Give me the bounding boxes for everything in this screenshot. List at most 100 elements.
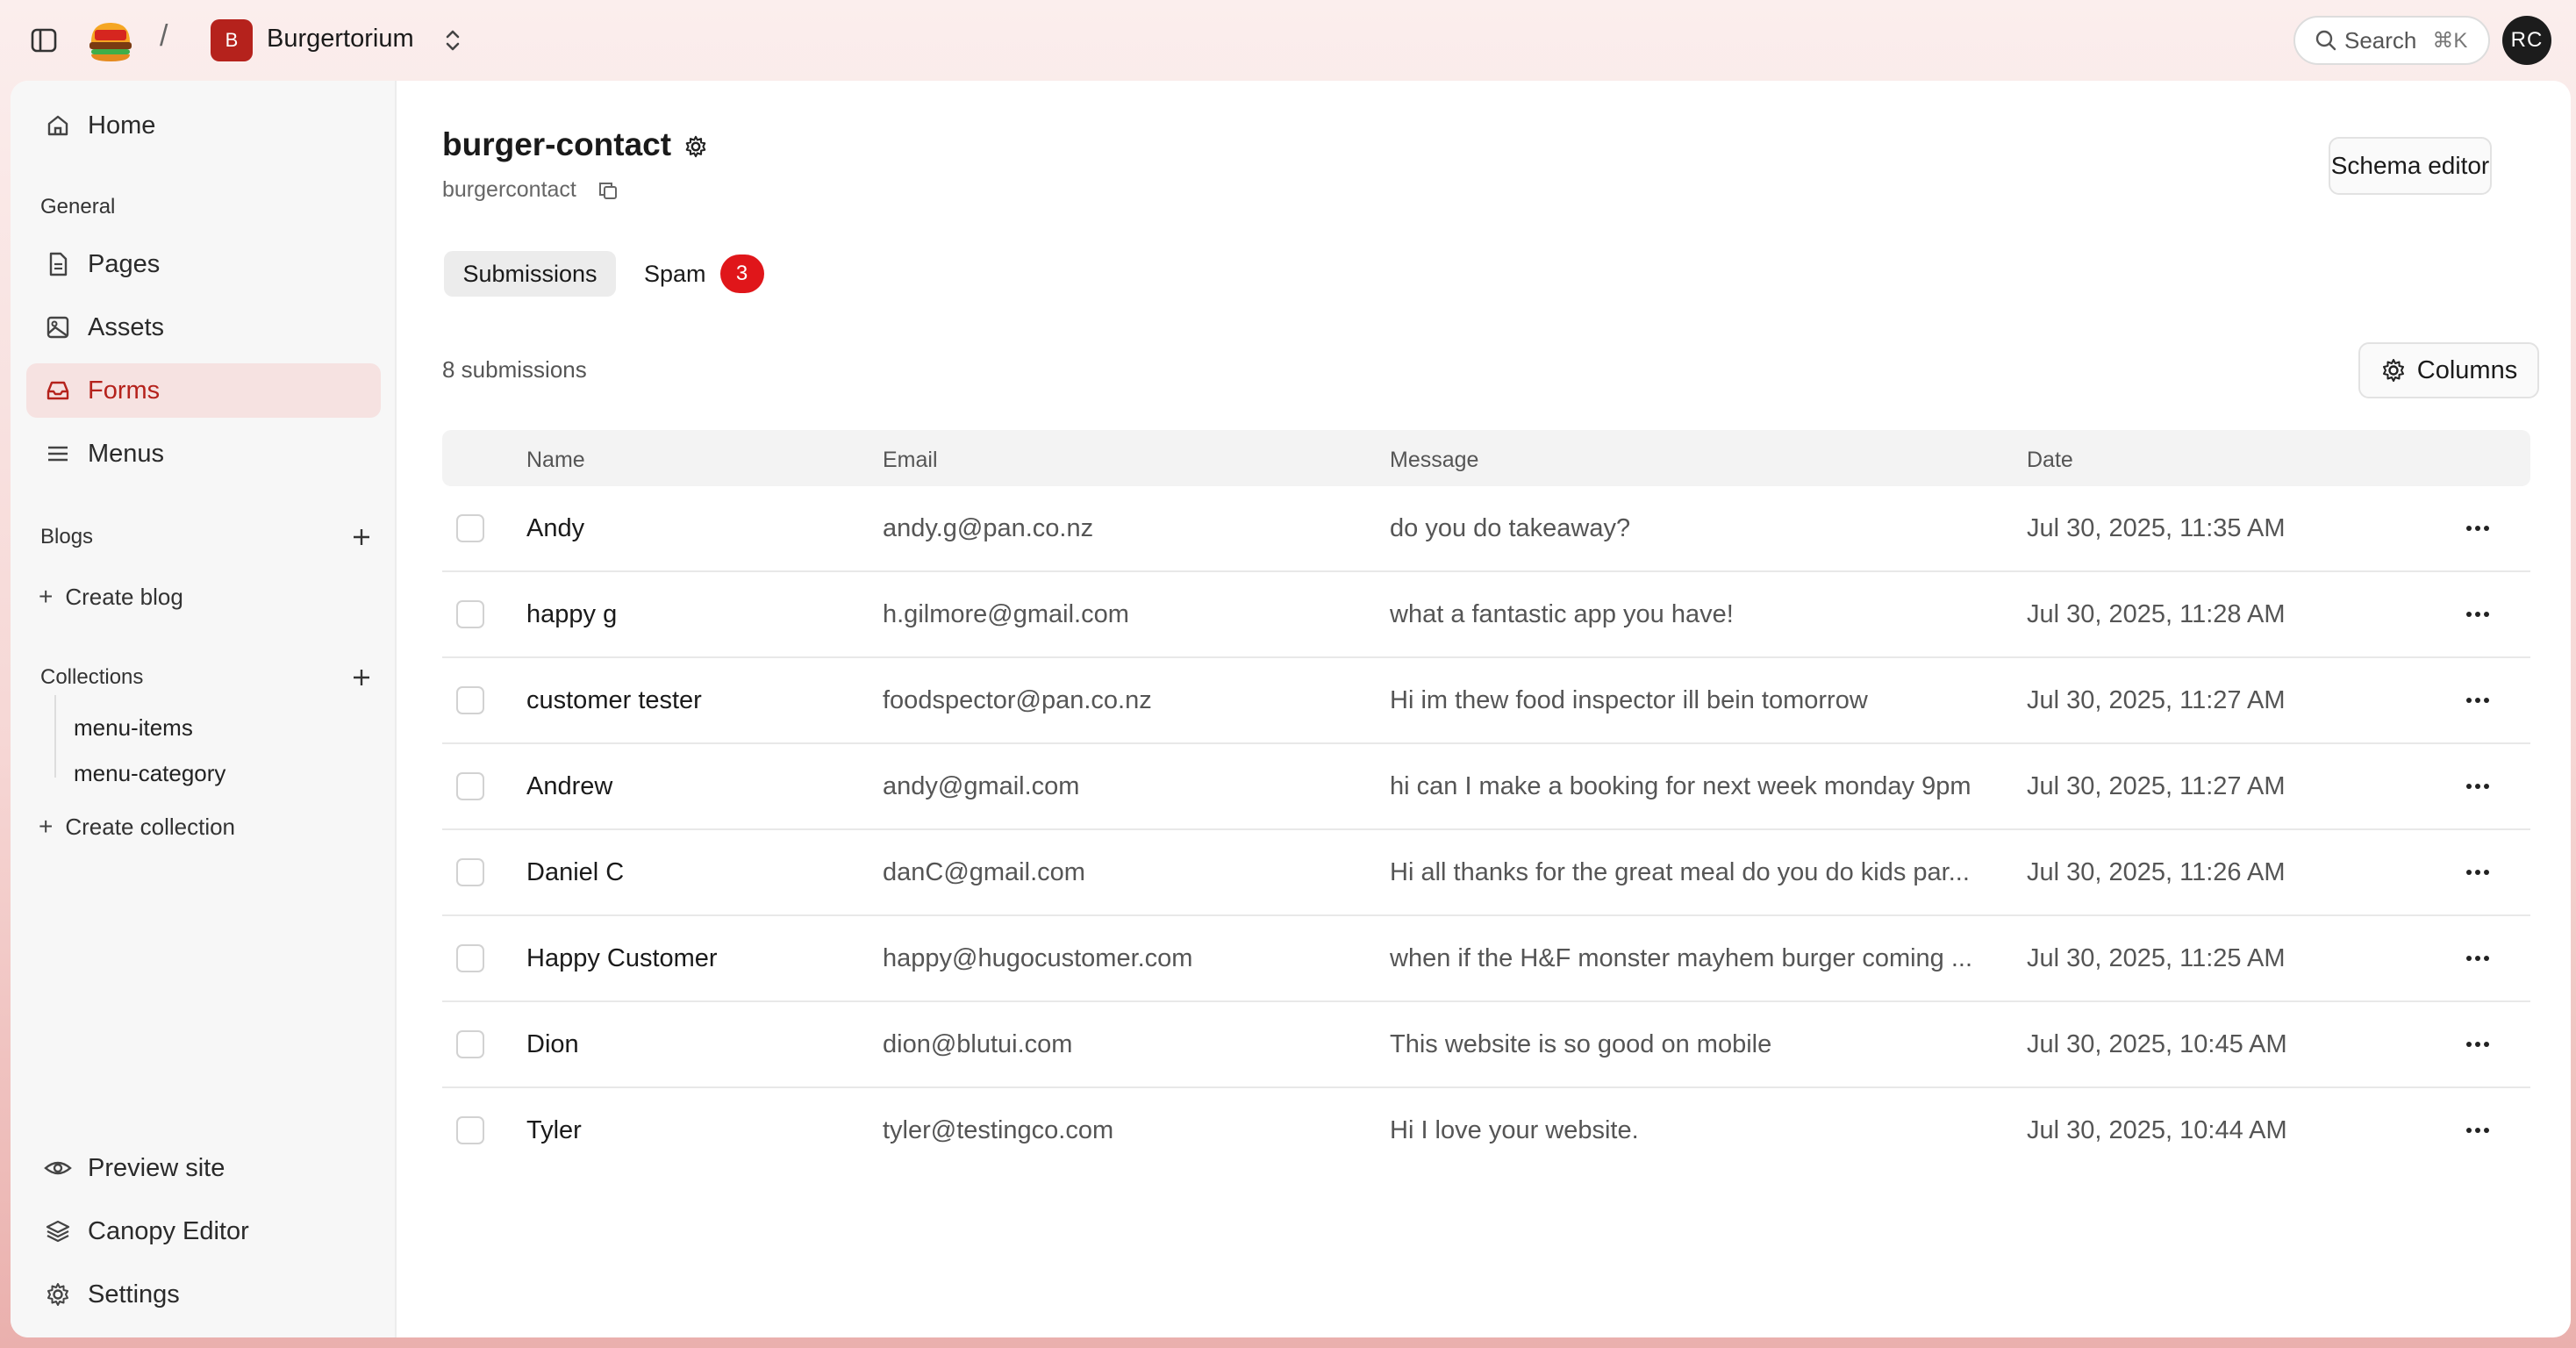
collections-tree-line (54, 695, 56, 778)
cell-email: tyler@testingco.com (883, 1116, 1114, 1144)
row-actions-ellipsis-icon[interactable] (2458, 685, 2497, 716)
cell-date: Jul 30, 2025, 10:44 AM (2027, 1116, 2287, 1144)
column-header-email[interactable]: Email (883, 448, 938, 473)
add-blog-icon[interactable] (346, 521, 377, 553)
row-checkbox[interactable] (456, 858, 484, 886)
hugo-logo[interactable] (86, 18, 135, 65)
cell-name: Happy Customer (526, 944, 718, 972)
add-collection-icon[interactable] (346, 662, 377, 693)
row-checkbox[interactable] (456, 686, 484, 714)
breadcrumb-separator: / (160, 19, 168, 53)
create-collection-label: Create collection (65, 813, 236, 840)
table-row[interactable]: Tyler tyler@testingco.com Hi I love your w… (442, 1088, 2530, 1174)
row-actions-ellipsis-icon[interactable] (2458, 857, 2497, 888)
create-collection-button[interactable]: + Create collection (39, 813, 235, 841)
row-checkbox[interactable] (456, 600, 484, 628)
tab-spam[interactable]: Spam 3 (644, 251, 764, 297)
search-icon (2315, 29, 2337, 52)
column-header-name[interactable]: Name (526, 448, 585, 473)
table-row[interactable]: Andrew andy@gmail.com hi can I make a book… (442, 744, 2530, 830)
cell-email: danC@gmail.com (883, 858, 1085, 886)
column-header-message[interactable]: Message (1390, 448, 1478, 473)
tab-spam-label: Spam (644, 260, 706, 287)
row-actions-ellipsis-icon[interactable] (2458, 771, 2497, 802)
table-row[interactable]: happy g h.gilmore@gmail.com what a fantast… (442, 572, 2530, 658)
cell-date: Jul 30, 2025, 11:27 AM (2027, 772, 2286, 800)
table-row[interactable]: Andy andy.g@pan.co.nz do you do takeaway? J… (442, 486, 2530, 572)
sidebar-item-menus[interactable]: Menus (26, 427, 381, 481)
row-actions-ellipsis-icon[interactable] (2458, 1115, 2497, 1146)
create-blog-button[interactable]: + Create blog (39, 583, 183, 611)
row-checkbox[interactable] (456, 944, 484, 972)
table-header: Name Email Message Date (442, 430, 2530, 486)
sidebar-item-assets[interactable]: Assets (26, 300, 381, 355)
chevron-up-down-icon[interactable] (439, 25, 467, 56)
sidebar-item-label: Forms (88, 376, 161, 405)
table-row[interactable]: Daniel C danC@gmail.com Hi all thanks for … (442, 830, 2530, 916)
file-icon (42, 248, 74, 280)
row-actions-ellipsis-icon[interactable] (2458, 1029, 2497, 1060)
form-handle: burgercontact (442, 177, 576, 202)
form-settings-gear-icon[interactable] (681, 132, 711, 161)
sidebar-item-settings[interactable]: Settings (26, 1267, 381, 1322)
site-name[interactable]: Burgertorium (267, 25, 414, 54)
search-button[interactable]: Search ⌘K (2293, 16, 2490, 65)
cell-date: Jul 30, 2025, 11:28 AM (2027, 600, 2286, 628)
sidebar-item-canopy-editor[interactable]: Canopy Editor (26, 1204, 381, 1258)
sidebar-toggle-icon[interactable] (26, 23, 61, 58)
cell-name: Dion (526, 1030, 579, 1058)
cell-name: Tyler (526, 1116, 582, 1144)
user-avatar[interactable]: RC (2502, 16, 2551, 65)
row-checkbox[interactable] (456, 1030, 484, 1058)
layers-icon (42, 1215, 74, 1247)
column-header-date[interactable]: Date (2027, 448, 2073, 473)
gear-icon (42, 1279, 74, 1310)
collection-item-menu-category[interactable]: menu-category (74, 760, 225, 787)
table-body: Andy andy.g@pan.co.nz do you do takeaway? J… (442, 486, 2530, 1174)
sidebar-item-pages[interactable]: Pages (26, 237, 381, 291)
section-label-collections: Collections (40, 665, 144, 689)
cell-email: dion@blutui.com (883, 1030, 1073, 1058)
menu-lines-icon (42, 438, 74, 470)
submissions-table: Name Email Message Date Andy andy.g@pan.c… (442, 430, 2530, 1174)
row-actions-ellipsis-icon[interactable] (2458, 943, 2497, 974)
app-frame: Home General Pages Assets Forms Menus Bl… (11, 81, 2571, 1337)
table-row[interactable]: Dion dion@blutui.com This website is so go… (442, 1002, 2530, 1088)
table-row[interactable]: Happy Customer happy@hugocustomer.com when… (442, 916, 2530, 1002)
schema-editor-button[interactable]: Schema editor (2329, 137, 2492, 195)
sidebar-item-label: Pages (88, 249, 161, 278)
row-checkbox[interactable] (456, 514, 484, 542)
create-blog-label: Create blog (65, 583, 183, 610)
sidebar-item-preview-site[interactable]: Preview site (26, 1141, 381, 1195)
home-icon (42, 110, 74, 141)
site-badge[interactable]: B (211, 19, 253, 61)
spam-count-badge: 3 (719, 255, 764, 293)
cell-email: andy.g@pan.co.nz (883, 514, 1094, 542)
row-checkbox[interactable] (456, 772, 484, 800)
cell-message: Hi I love your website. (1390, 1116, 1639, 1144)
copy-icon[interactable] (595, 177, 621, 204)
sidebar-item-label: Settings (88, 1280, 180, 1309)
table-row[interactable]: customer tester foodspector@pan.co.nz Hi i… (442, 658, 2530, 744)
gear-icon (2380, 357, 2407, 384)
tab-submissions[interactable]: Submissions (444, 251, 616, 297)
sidebar-item-label: Assets (88, 312, 165, 341)
row-checkbox[interactable] (456, 1116, 484, 1144)
cell-date: Jul 30, 2025, 11:26 AM (2027, 858, 2286, 886)
cell-message: do you do takeaway? (1390, 514, 1631, 542)
cell-message: This website is so good on mobile (1390, 1030, 1772, 1058)
cell-name: Daniel C (526, 858, 625, 886)
section-label-general: General (40, 195, 116, 219)
collection-item-menu-items[interactable]: menu-items (74, 714, 193, 742)
cell-date: Jul 30, 2025, 11:27 AM (2027, 686, 2286, 714)
row-actions-ellipsis-icon[interactable] (2458, 513, 2497, 544)
cell-message: what a fantastic app you have! (1390, 600, 1734, 628)
cell-email: andy@gmail.com (883, 772, 1080, 800)
sidebar: Home General Pages Assets Forms Menus Bl… (11, 81, 397, 1337)
sidebar-item-home[interactable]: Home (26, 98, 381, 153)
row-actions-ellipsis-icon[interactable] (2458, 599, 2497, 630)
columns-button[interactable]: Columns (2358, 342, 2539, 398)
cell-date: Jul 30, 2025, 11:25 AM (2027, 944, 2286, 972)
cell-date: Jul 30, 2025, 10:45 AM (2027, 1030, 2287, 1058)
sidebar-item-forms[interactable]: Forms (26, 363, 381, 418)
